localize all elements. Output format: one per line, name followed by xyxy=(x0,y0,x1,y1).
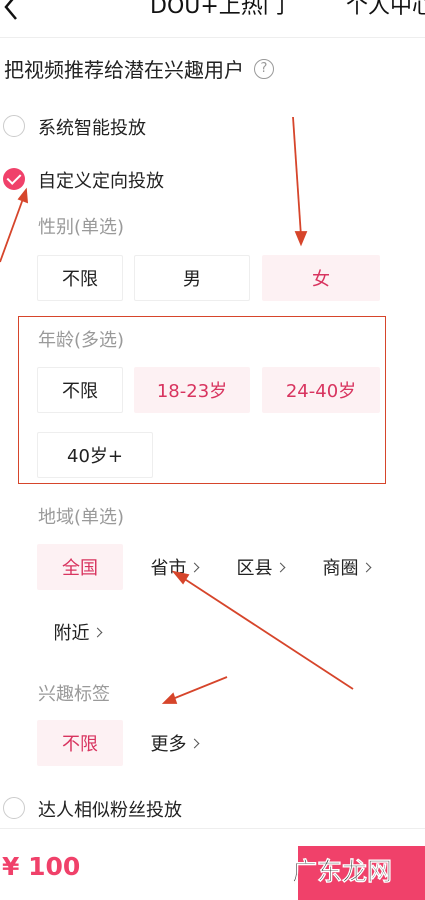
age-option-24-40[interactable]: 24-40岁 xyxy=(262,367,380,413)
age-option-40-plus[interactable]: 40岁+ xyxy=(37,432,153,478)
system-option-label[interactable]: 系统智能投放 xyxy=(38,114,146,140)
intro-text: 把视频推荐给潜在兴趣用户 xyxy=(4,58,244,82)
age-label: 年龄(多选) xyxy=(38,330,125,351)
chevron-right-icon xyxy=(275,562,285,573)
gender-option-male[interactable]: 男 xyxy=(134,255,250,301)
price-amount: ¥ 100 xyxy=(2,852,81,881)
annotation-arrow-gender xyxy=(292,116,302,237)
watermark-text: 广东龙网 xyxy=(292,857,393,887)
top-bar: DOU+上热门 个人中心 xyxy=(0,0,425,38)
region-province-city-label: 省市 xyxy=(150,558,187,579)
annotation-arrow-left xyxy=(0,195,25,263)
region-option-district[interactable]: 区县 xyxy=(220,544,300,590)
question-circle-icon[interactable]: ? xyxy=(254,58,274,79)
system-radio[interactable] xyxy=(3,115,25,137)
annotation-arrow-region xyxy=(179,575,354,690)
region-business-label: 商圈 xyxy=(322,558,359,579)
custom-radio-checked[interactable] xyxy=(3,168,25,190)
region-nearby-label: 附近 xyxy=(53,623,90,644)
chevron-right-icon xyxy=(189,738,199,749)
gender-option-unlimited[interactable]: 不限 xyxy=(37,255,123,301)
region-option-nearby[interactable]: 附近 xyxy=(37,609,117,655)
similar-fans-option-label[interactable]: 达人相似粉丝投放 xyxy=(38,796,182,822)
gender-option-female[interactable]: 女 xyxy=(262,255,380,301)
chevron-right-icon xyxy=(189,562,199,573)
back-button[interactable] xyxy=(0,0,30,26)
age-option-unlimited[interactable]: 不限 xyxy=(37,367,123,413)
page-title: DOU+上热门 xyxy=(150,0,285,19)
annotation-arrowhead-left xyxy=(17,187,29,204)
region-label: 地域(单选) xyxy=(38,507,125,528)
annotation-arrowhead-interest xyxy=(161,692,178,704)
chevron-left-icon xyxy=(4,0,17,20)
region-district-label: 区县 xyxy=(236,558,273,579)
interest-option-more[interactable]: 更多 xyxy=(134,720,214,766)
interest-more-label: 更多 xyxy=(150,734,187,755)
footer-divider xyxy=(0,828,425,829)
age-option-18-23[interactable]: 18-23岁 xyxy=(134,367,250,413)
annotation-arrowhead-gender xyxy=(294,231,308,247)
chevron-right-icon xyxy=(361,562,371,573)
region-option-business-district[interactable]: 商圈 xyxy=(306,544,386,590)
interest-label: 兴趣标签 xyxy=(38,684,110,705)
custom-option-label[interactable]: 自定义定向投放 xyxy=(38,167,164,193)
gender-label: 性别(单选) xyxy=(38,217,125,238)
interest-option-unlimited[interactable]: 不限 xyxy=(37,720,123,766)
annotation-arrow-interest xyxy=(169,676,228,701)
similar-fans-radio[interactable] xyxy=(3,797,25,819)
region-option-province-city[interactable]: 省市 xyxy=(134,544,214,590)
region-option-nationwide[interactable]: 全国 xyxy=(37,544,123,590)
intro-row: 把视频推荐给潜在兴趣用户 ? xyxy=(4,54,274,83)
chevron-right-icon xyxy=(92,627,102,638)
personal-center-link[interactable]: 个人中心 xyxy=(346,0,425,20)
